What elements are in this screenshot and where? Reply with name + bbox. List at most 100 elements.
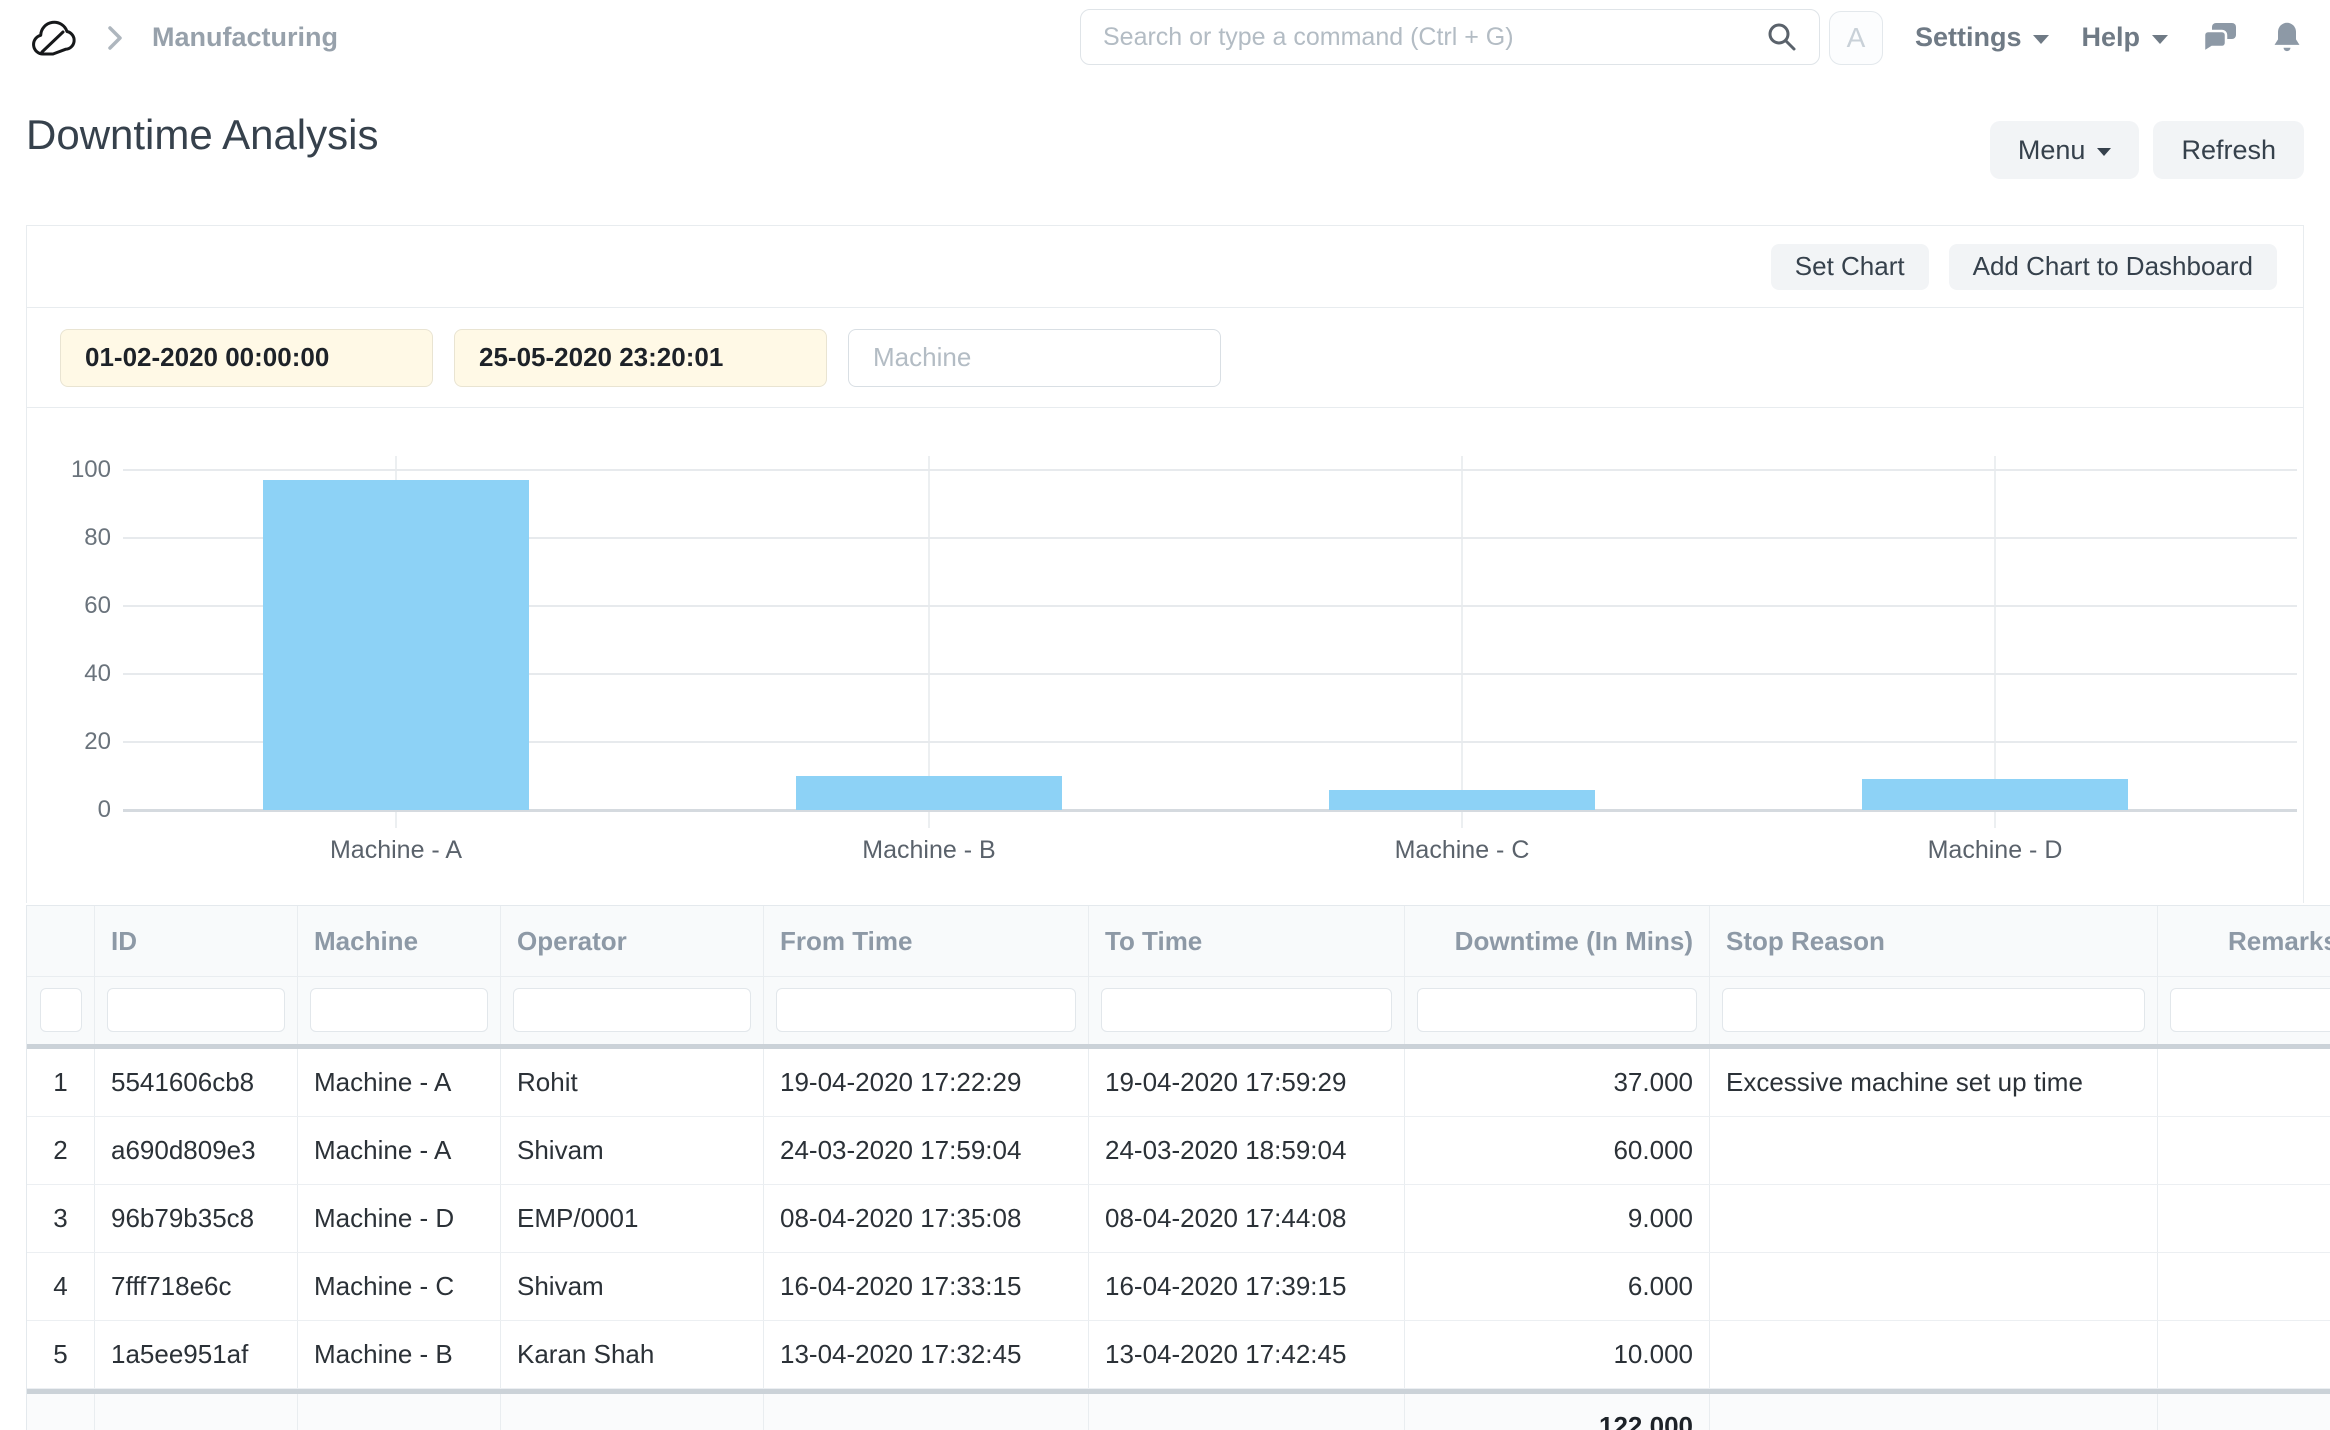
add-chart-to-dashboard-button[interactable]: Add Chart to Dashboard (1949, 244, 2277, 290)
cell-machine[interactable]: Machine - A (298, 1117, 501, 1184)
from-datetime-filter[interactable] (60, 329, 433, 387)
cell-idx[interactable]: 5 (27, 1321, 95, 1388)
table-row[interactable]: 51a5ee951afMachine - BKaran Shah13-04-20… (27, 1321, 2330, 1389)
cell-downtime[interactable]: 37.000 (1405, 1049, 1710, 1116)
breadcrumb-chevron-icon (104, 23, 126, 53)
cell-remarks[interactable] (2158, 1049, 2330, 1116)
cell-id[interactable]: 7fff718e6c (95, 1253, 298, 1320)
chart-gridline (123, 469, 2297, 471)
cell-idx[interactable]: 3 (27, 1185, 95, 1252)
cell-stop_reason[interactable] (1710, 1185, 2158, 1252)
cell-operator[interactable]: EMP/0001 (501, 1185, 764, 1252)
chart-bar[interactable] (263, 480, 529, 810)
column-header-to_time[interactable]: To Time (1089, 906, 1405, 976)
search-bar[interactable] (1080, 9, 1820, 65)
refresh-button[interactable]: Refresh (2153, 121, 2304, 179)
cell-operator[interactable]: Shivam (501, 1253, 764, 1320)
cell-machine[interactable]: Machine - C (298, 1253, 501, 1320)
chart-toolbar: Set Chart Add Chart to Dashboard (27, 226, 2303, 308)
avatar[interactable]: A (1829, 11, 1883, 65)
table-row[interactable]: 2a690d809e3Machine - AShivam24-03-2020 1… (27, 1117, 2330, 1185)
cell-machine[interactable]: Machine - A (298, 1049, 501, 1116)
cell-to_time[interactable]: 19-04-2020 17:59:29 (1089, 1049, 1405, 1116)
chart-bar[interactable] (1329, 790, 1595, 810)
column-filter-input-stop_reason[interactable] (1722, 988, 2145, 1032)
cell-to_time[interactable]: 16-04-2020 17:39:15 (1089, 1253, 1405, 1320)
settings-menu[interactable]: Settings (1915, 22, 2050, 53)
chart-vertical-gridline (928, 456, 930, 828)
cell-id[interactable]: a690d809e3 (95, 1117, 298, 1184)
column-filter-input-operator[interactable] (513, 988, 751, 1032)
cell-idx[interactable]: 2 (27, 1117, 95, 1184)
cell-idx[interactable]: 4 (27, 1253, 95, 1320)
cell-from_time[interactable]: 16-04-2020 17:33:15 (764, 1253, 1089, 1320)
chart-bar[interactable] (796, 776, 1062, 810)
cell-machine[interactable]: Machine - B (298, 1321, 501, 1388)
cell-from_time[interactable]: 19-04-2020 17:22:29 (764, 1049, 1089, 1116)
cell-machine[interactable]: Machine - D (298, 1185, 501, 1252)
column-filter-cell-machine (298, 977, 501, 1044)
column-filter-input-machine[interactable] (310, 988, 488, 1032)
cell-id[interactable]: 1a5ee951af (95, 1321, 298, 1388)
cell-from_time[interactable]: 08-04-2020 17:35:08 (764, 1185, 1089, 1252)
help-menu[interactable]: Help (2081, 22, 2168, 53)
table-row[interactable]: 396b79b35c8Machine - DEMP/000108-04-2020… (27, 1185, 2330, 1253)
to-datetime-filter[interactable] (454, 329, 827, 387)
column-header-downtime[interactable]: Downtime (In Mins) (1405, 906, 1710, 976)
notifications-bell-icon[interactable] (2270, 20, 2304, 56)
cell-remarks[interactable] (2158, 1253, 2330, 1320)
cell-to_time[interactable]: 08-04-2020 17:44:08 (1089, 1185, 1405, 1252)
column-filter-input-idx[interactable] (40, 988, 82, 1032)
column-header-operator[interactable]: Operator (501, 906, 764, 976)
table-total-row: 122.000 (27, 1394, 2330, 1430)
cell-idx[interactable]: 1 (27, 1049, 95, 1116)
total-cell-idx (27, 1394, 95, 1430)
machine-filter[interactable] (848, 329, 1221, 387)
cell-stop_reason[interactable] (1710, 1321, 2158, 1388)
cell-operator[interactable]: Karan Shah (501, 1321, 764, 1388)
chart-x-axis-label: Machine - B (799, 836, 1059, 865)
cell-downtime[interactable]: 9.000 (1405, 1185, 1710, 1252)
column-header-stop_reason[interactable]: Stop Reason (1710, 906, 2158, 976)
cell-from_time[interactable]: 24-03-2020 17:59:04 (764, 1117, 1089, 1184)
column-header-machine[interactable]: Machine (298, 906, 501, 976)
cell-downtime[interactable]: 60.000 (1405, 1117, 1710, 1184)
table-filter-row (27, 976, 2330, 1044)
cell-operator[interactable]: Shivam (501, 1117, 764, 1184)
column-filter-input-from_time[interactable] (776, 988, 1076, 1032)
column-header-id[interactable]: ID (95, 906, 298, 976)
chevron-down-icon (2033, 35, 2049, 44)
cell-to_time[interactable]: 13-04-2020 17:42:45 (1089, 1321, 1405, 1388)
cell-operator[interactable]: Rohit (501, 1049, 764, 1116)
menu-button[interactable]: Menu (1990, 121, 2140, 179)
cell-id[interactable]: 96b79b35c8 (95, 1185, 298, 1252)
search-input[interactable] (1101, 22, 1765, 53)
cell-remarks[interactable] (2158, 1185, 2330, 1252)
cell-from_time[interactable]: 13-04-2020 17:32:45 (764, 1321, 1089, 1388)
cell-stop_reason[interactable] (1710, 1253, 2158, 1320)
column-header-from_time[interactable]: From Time (764, 906, 1089, 976)
cell-id[interactable]: 5541606cb8 (95, 1049, 298, 1116)
chart-bar[interactable] (1862, 779, 2128, 810)
column-filter-input-downtime[interactable] (1417, 988, 1697, 1032)
chart-y-axis-tick: 100 (51, 455, 111, 485)
column-filter-input-to_time[interactable] (1101, 988, 1392, 1032)
breadcrumb[interactable]: Manufacturing (152, 22, 338, 53)
cell-stop_reason[interactable] (1710, 1117, 2158, 1184)
table-row[interactable]: 15541606cb8Machine - ARohit19-04-2020 17… (27, 1049, 2330, 1117)
column-filter-input-remarks[interactable] (2170, 988, 2330, 1032)
cell-downtime[interactable]: 10.000 (1405, 1321, 1710, 1388)
table-row[interactable]: 47fff718e6cMachine - CShivam16-04-2020 1… (27, 1253, 2330, 1321)
chat-icon[interactable] (2200, 21, 2238, 55)
chart-y-axis-tick: 60 (51, 591, 111, 621)
cell-downtime[interactable]: 6.000 (1405, 1253, 1710, 1320)
column-filter-input-id[interactable] (107, 988, 285, 1032)
cell-to_time[interactable]: 24-03-2020 18:59:04 (1089, 1117, 1405, 1184)
cell-remarks[interactable] (2158, 1117, 2330, 1184)
menu-button-label: Menu (2018, 135, 2086, 166)
cell-stop_reason[interactable]: Excessive machine set up time (1710, 1049, 2158, 1116)
app-logo-icon[interactable] (30, 17, 78, 59)
set-chart-button[interactable]: Set Chart (1771, 244, 1929, 290)
column-header-remarks[interactable]: Remarks (2158, 906, 2330, 976)
cell-remarks[interactable] (2158, 1321, 2330, 1388)
